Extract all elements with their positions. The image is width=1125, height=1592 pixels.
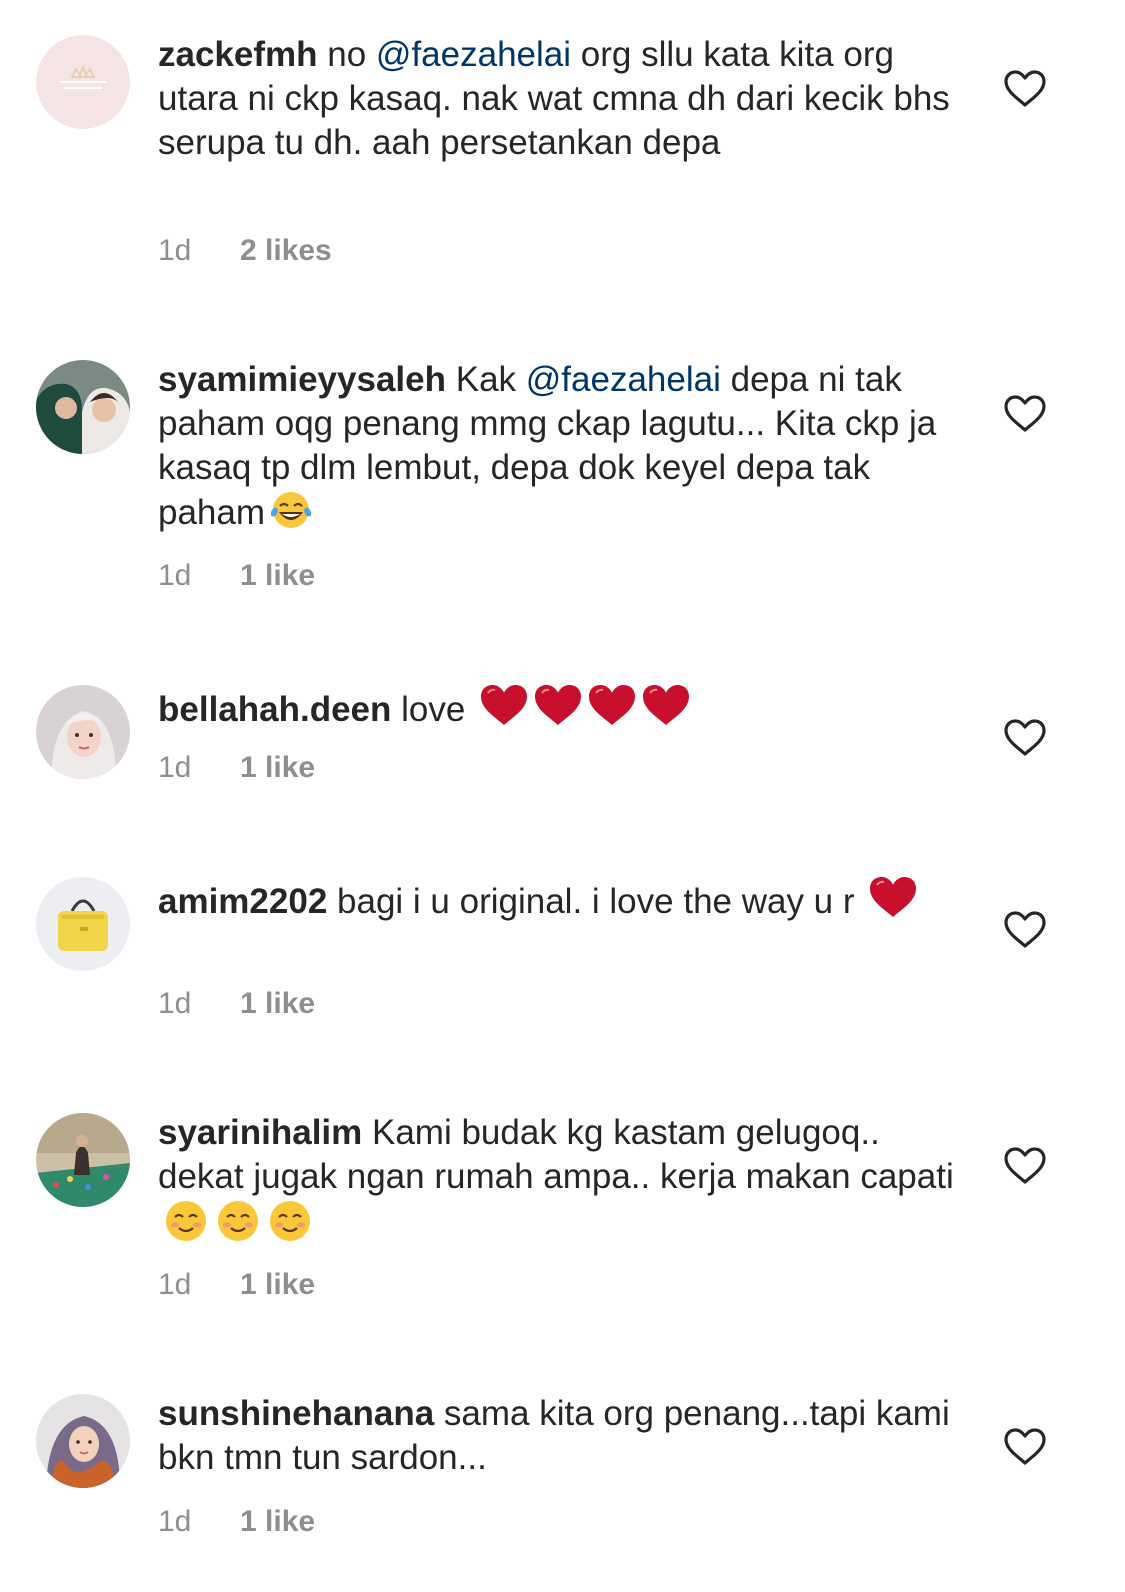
- username[interactable]: bellahah.deen: [158, 690, 391, 729]
- yellow-bag-photo-avatar-icon: [36, 877, 130, 971]
- like-heart-icon[interactable]: [1003, 394, 1047, 434]
- like-heart-icon[interactable]: [1003, 69, 1047, 109]
- timestamp: 1d: [158, 1505, 192, 1538]
- comment-meta: 1d 2 likes: [158, 234, 332, 268]
- likes-count[interactable]: 1 like: [240, 1268, 315, 1301]
- avatar[interactable]: [36, 685, 130, 779]
- red-heart-emoji-icon: [587, 683, 637, 727]
- username[interactable]: syamimieyysaleh: [158, 360, 446, 399]
- comment-text: bellahah.deen love: [158, 683, 958, 732]
- timestamp: 1d: [158, 987, 192, 1020]
- comment-text: zackefmh no @faezahelai org sllu kata ki…: [158, 33, 958, 165]
- comment-meta: 1d 1 like: [158, 751, 315, 785]
- woman-photo-avatar-icon: [36, 685, 130, 779]
- like-heart-icon[interactable]: [1003, 718, 1047, 758]
- timestamp: 1d: [158, 559, 192, 592]
- username[interactable]: amim2202: [158, 882, 327, 921]
- comment-text-part: Kak: [455, 360, 526, 399]
- timestamp: 1d: [158, 234, 192, 267]
- mention-link[interactable]: @faezahelai: [376, 35, 571, 74]
- comment-text-part: no: [327, 35, 376, 74]
- like-heart-icon[interactable]: [1003, 1146, 1047, 1186]
- like-heart-icon[interactable]: [1003, 910, 1047, 950]
- avatar[interactable]: [36, 1394, 130, 1488]
- tears-of-joy-emoji-icon: [269, 490, 313, 530]
- crown-logo-avatar-icon: [36, 35, 130, 129]
- likes-count[interactable]: 2 likes: [240, 234, 332, 267]
- red-heart-emoji-icon: [641, 683, 691, 727]
- comment-text-part: love: [401, 690, 476, 729]
- comment-text: syarinihalim Kami budak kg kastam gelugo…: [158, 1111, 958, 1248]
- likes-count[interactable]: 1 like: [240, 751, 315, 784]
- comment-text: sunshinehanana sama kita org penang...ta…: [158, 1392, 958, 1480]
- red-heart-emoji-icon: [479, 683, 529, 727]
- avatar[interactable]: [36, 35, 130, 129]
- pool-photo-avatar-icon: [36, 1113, 130, 1207]
- timestamp: 1d: [158, 1268, 192, 1301]
- two-women-photo-avatar-icon: [36, 360, 130, 454]
- timestamp: 1d: [158, 751, 192, 784]
- red-heart-emoji-icon: [533, 683, 583, 727]
- like-heart-icon[interactable]: [1003, 1427, 1047, 1467]
- username[interactable]: syarinihalim: [158, 1113, 362, 1152]
- comment-meta: 1d 1 like: [158, 987, 315, 1021]
- comment-meta: 1d 1 like: [158, 1505, 315, 1539]
- hijab-woman-photo-avatar-icon: [36, 1394, 130, 1488]
- comment-meta: 1d 1 like: [158, 559, 315, 593]
- username[interactable]: sunshinehanana: [158, 1394, 434, 1433]
- comment-text: amim2202 bagi i u original. i love the w…: [158, 875, 958, 924]
- comment-text: syamimieyysaleh Kak @faezahelai depa ni …: [158, 358, 958, 535]
- avatar[interactable]: [36, 877, 130, 971]
- username[interactable]: zackefmh: [158, 35, 318, 74]
- red-heart-emoji-icon: [868, 875, 918, 919]
- mention-link[interactable]: @faezahelai: [526, 360, 721, 399]
- avatar[interactable]: [36, 360, 130, 454]
- avatar[interactable]: [36, 1113, 130, 1207]
- comment-meta: 1d 1 like: [158, 1268, 315, 1302]
- smiling-face-emoji-icon: [214, 1199, 262, 1243]
- smiling-face-emoji-icon: [266, 1199, 314, 1243]
- likes-count[interactable]: 1 like: [240, 987, 315, 1020]
- likes-count[interactable]: 1 like: [240, 1505, 315, 1538]
- smiling-face-emoji-icon: [162, 1199, 210, 1243]
- comment-text-part: bagi i u original. i love the way u r: [337, 882, 865, 921]
- likes-count[interactable]: 1 like: [240, 559, 315, 592]
